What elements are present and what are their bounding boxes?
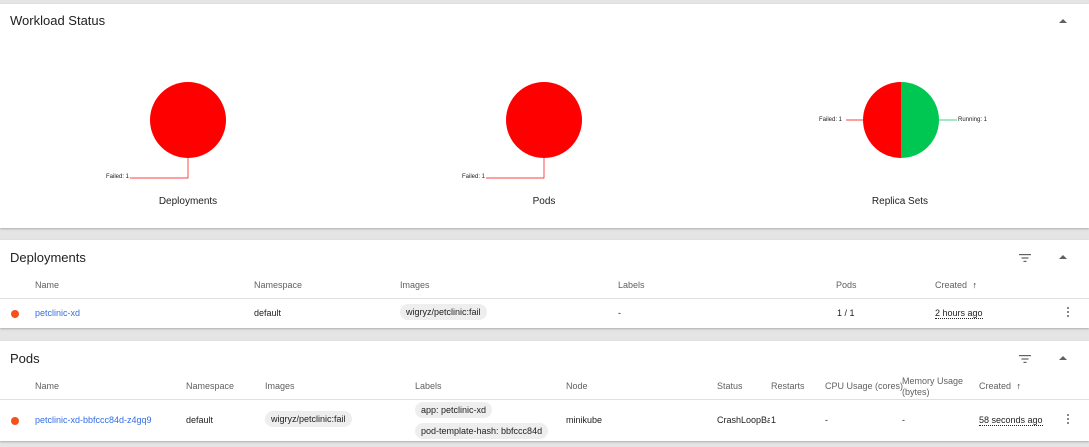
more-vert-icon[interactable] [1066, 414, 1070, 424]
replicasets-running-slice [901, 82, 939, 158]
workload-status-title: Workload Status [10, 13, 106, 28]
pod-label-chip: app: petclinic-xd [415, 402, 493, 418]
deployment-created: 2 hours ago [935, 308, 983, 319]
pod-label-chip: pod-template-hash: bbfccc84d [415, 423, 549, 439]
deployments-col-created-label: Created [935, 280, 968, 290]
deployments-col-created[interactable]: Created ↑ [935, 280, 977, 290]
pod-name-link[interactable]: petclinic-xd-bbfccc84d-z4gq9 [35, 415, 152, 425]
pods-title: Pods [10, 351, 40, 366]
deployments-chart-label: Deployments [158, 196, 218, 207]
deployment-labels: - [618, 308, 621, 318]
deployments-col-namespace[interactable]: Namespace [254, 280, 302, 290]
pods-col-images: Images [265, 381, 295, 391]
pod-restarts: 1 [771, 415, 777, 425]
deployment-pods: 1 / 1 [837, 308, 855, 318]
pods-col-created-label: Created [979, 381, 1012, 391]
pod-status: CrashLoopBackOff [717, 415, 770, 425]
pods-pie-chart [486, 82, 582, 179]
pod-cpu: - [825, 415, 828, 425]
deployments-failed-slice [150, 82, 226, 158]
pods-card: Pods Name Namespace Images Labels Node S… [0, 341, 1089, 441]
replicasets-chart-label: Replica Sets [871, 196, 929, 207]
pods-col-cpu: CPU Usage (cores) [825, 381, 904, 391]
pod-image-chip: wigryz/petclinic:fail [265, 411, 352, 427]
deployments-col-pods: Pods [836, 280, 857, 290]
replicasets-pie-chart [846, 82, 957, 158]
collapse-workload-icon[interactable] [1055, 12, 1071, 28]
collapse-pods-icon[interactable] [1055, 349, 1071, 365]
sort-ascending-icon: ↑ [1016, 381, 1022, 391]
pod-created: 58 seconds ago [979, 415, 1043, 426]
pods-header-divider [0, 399, 1089, 400]
deployments-card: Deployments Name Namespace Images Labels… [0, 240, 1089, 328]
pods-col-memory-line1: Memory Usage [902, 376, 964, 386]
deployment-namespace: default [254, 308, 282, 318]
pods-col-restarts: Restarts [771, 381, 805, 391]
replicasets-running-legend: Running: 1 [958, 117, 988, 123]
pods-col-node: Node [566, 381, 588, 391]
pods-col-name[interactable]: Name [35, 381, 59, 391]
status-error-icon [11, 310, 19, 318]
deployments-failed-leader-line [130, 158, 189, 179]
pods-col-namespace[interactable]: Namespace [186, 381, 234, 391]
deployments-col-name[interactable]: Name [35, 280, 59, 290]
replicasets-failed-slice [863, 82, 901, 158]
pods-col-memory-line2: (bytes) [902, 387, 930, 397]
more-vert-icon[interactable] [1066, 307, 1070, 317]
pods-failed-legend: Failed: 1 [462, 174, 486, 180]
pods-col-labels: Labels [415, 381, 442, 391]
deployments-pie-chart [130, 82, 226, 179]
pod-memory: - [902, 415, 905, 425]
pods-chart-label: Pods [532, 196, 556, 207]
deployments-col-images: Images [400, 280, 430, 290]
pod-node: minikube [566, 415, 603, 425]
deployments-col-labels: Labels [618, 280, 645, 290]
pods-col-status: Status [717, 381, 743, 391]
status-error-icon [11, 417, 19, 425]
deployments-title: Deployments [10, 250, 86, 265]
deployments-failed-legend: Failed: 1 [106, 174, 130, 180]
replicasets-failed-legend: Failed: 1 [819, 117, 843, 123]
deployments-header-divider [0, 298, 1089, 299]
pods-failed-leader-line [486, 158, 545, 179]
deployment-image-chip: wigryz/petclinic:fail [400, 304, 487, 320]
pod-namespace: default [186, 415, 214, 425]
filter-pods-icon[interactable] [1019, 351, 1035, 367]
collapse-deployments-icon[interactable] [1055, 248, 1071, 264]
deployment-name-link[interactable]: petclinic-xd [35, 308, 80, 318]
pods-col-created[interactable]: Created ↑ [979, 381, 1021, 391]
filter-deployments-icon[interactable] [1019, 250, 1035, 266]
pods-failed-slice [506, 82, 582, 158]
sort-ascending-icon: ↑ [972, 280, 978, 290]
pods-col-memory: Memory Usage (bytes) [902, 376, 963, 398]
workload-status-card: Workload Status Failed: 1 Deployments Fa… [0, 4, 1089, 228]
